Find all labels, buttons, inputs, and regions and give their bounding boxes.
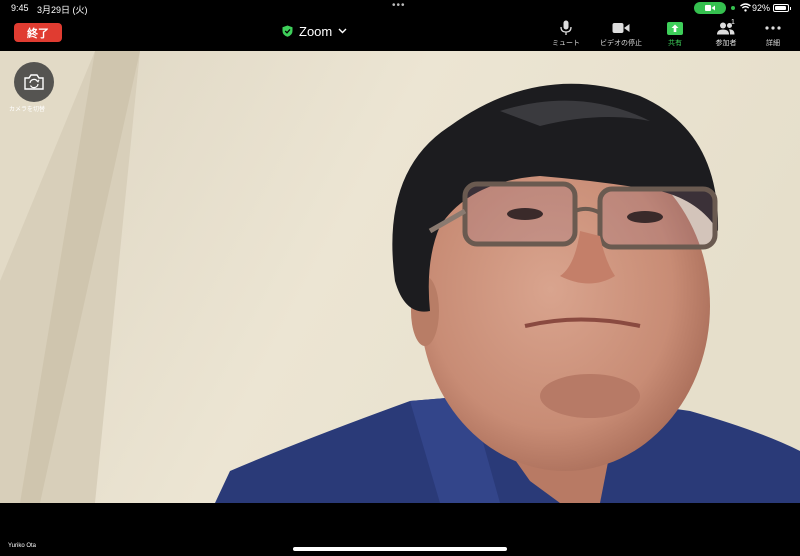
- chevron-down-icon: [338, 28, 347, 34]
- more-label: 詳細: [766, 40, 780, 47]
- switch-camera-icon: [24, 74, 44, 90]
- switch-camera-label: カメラを切替: [9, 107, 46, 113]
- camera-in-use-pill: [694, 2, 726, 14]
- battery-percent: 92%: [752, 3, 771, 13]
- stop-video-button[interactable]: ビデオの停止: [591, 19, 651, 49]
- status-date: 3月29日 (火): [37, 5, 88, 15]
- stop-video-label: ビデオの停止: [600, 40, 642, 47]
- meeting-title-text: Zoom: [299, 23, 333, 39]
- battery-icon: [773, 4, 791, 12]
- meeting-title[interactable]: Zoom: [282, 23, 347, 39]
- mute-label: ミュート: [552, 40, 580, 47]
- video-frame-image: [0, 51, 800, 503]
- mic-in-use-dot: [731, 6, 735, 10]
- switch-camera-button[interactable]: [14, 62, 54, 102]
- end-meeting-button[interactable]: 終了: [14, 23, 62, 42]
- video-camera-icon: [705, 5, 715, 11]
- participant-name-label: Yuriko Ota: [8, 543, 37, 549]
- multitask-dots-icon[interactable]: •••: [392, 0, 406, 11]
- more-button[interactable]: 詳細: [743, 19, 800, 49]
- microphone-icon: [560, 20, 572, 35]
- share-screen-icon: [667, 21, 683, 35]
- active-speaker-video[interactable]: カメラを切替: [0, 51, 800, 503]
- home-indicator[interactable]: [293, 547, 507, 551]
- mute-button[interactable]: ミュート: [536, 19, 596, 49]
- video-camera-icon: [612, 23, 630, 33]
- more-dots-icon: [765, 26, 781, 30]
- bottom-bar: Yuriko Ota: [0, 503, 800, 556]
- wifi-icon: [740, 3, 751, 12]
- participants-count: 1: [731, 19, 735, 26]
- status-time: 9:45: [11, 3, 29, 13]
- meeting-toolbar: 終了 Zoom ミュート ビデオの停止 共有 1 参加者 詳細: [0, 16, 800, 51]
- participants-label: 参加者: [715, 40, 737, 47]
- secure-shield-icon: [282, 25, 293, 37]
- share-label: 共有: [668, 40, 682, 47]
- status-bar: 9:45 3月29日 (火) ••• 92%: [0, 0, 800, 16]
